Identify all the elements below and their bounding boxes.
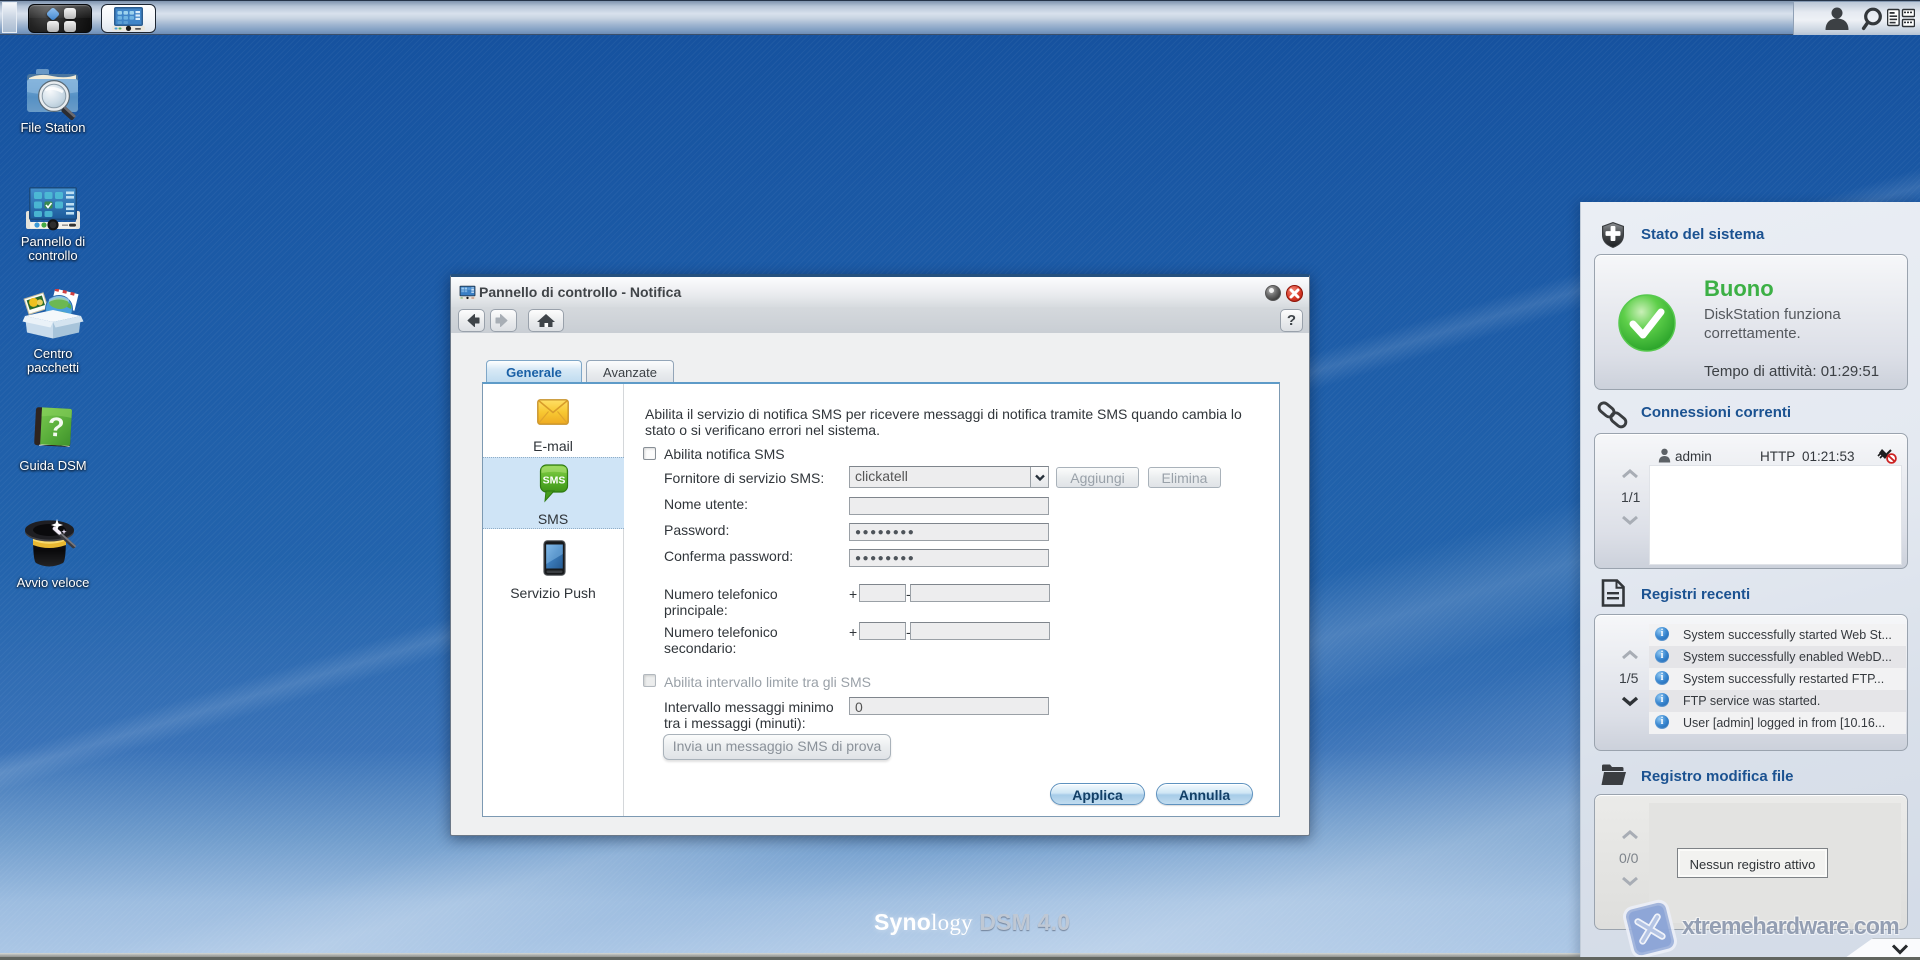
svg-text:?: ? [47,412,65,443]
svg-text:SMS: SMS [543,475,566,487]
